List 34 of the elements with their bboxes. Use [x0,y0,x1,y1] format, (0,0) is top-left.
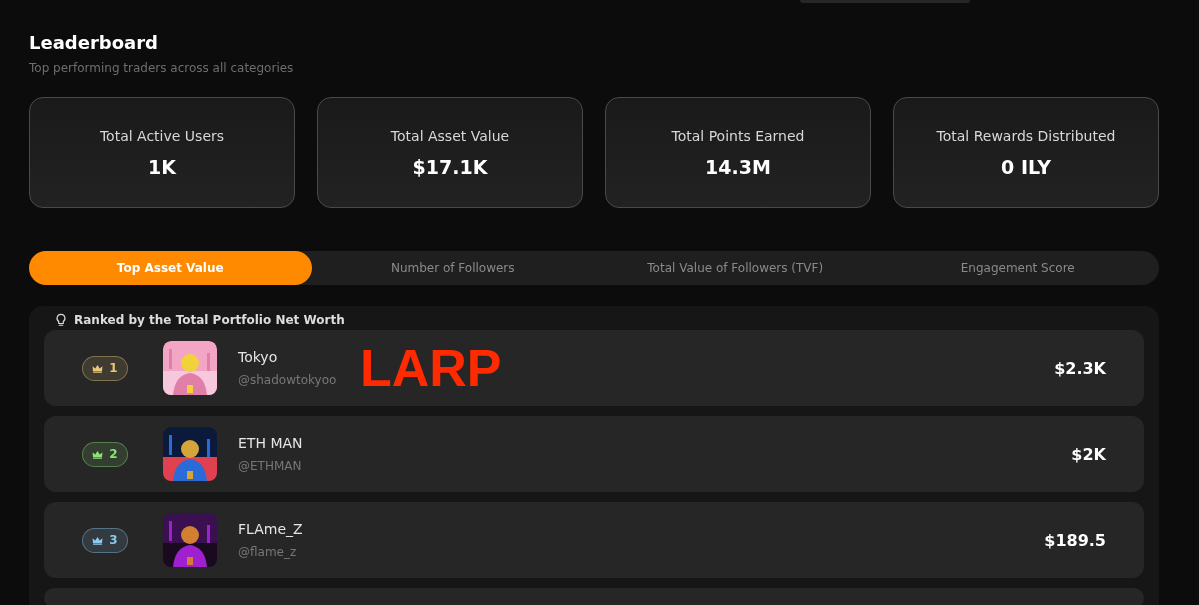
stat-value: 14.3M [705,155,771,178]
page-subtitle: Top performing traders across all categories [29,61,295,75]
ranking-note: Ranked by the Total Portfolio Net Worth [74,313,345,327]
leaderboard-row[interactable]: 3 FLAme_Z @flame_z $189.5 [44,502,1144,578]
crown-icon [92,449,104,459]
trader-name: Tokyo [238,349,279,365]
tab[interactable]: Engagement Score [876,251,1159,285]
stat-label: Total Asset Value [390,127,510,144]
trader-name: FLAme_Z [238,521,303,537]
tab[interactable]: Number of Followers [311,251,594,285]
asset-value: $2K [1071,444,1106,464]
crown-icon [92,535,104,545]
leaderboard-row[interactable]: 1 Tokyo @shadowtokyoo LARP $2.3K [44,330,1144,406]
stat-label: Total Points Earned [671,127,805,144]
trader-name: ETH MAN [238,435,303,451]
tab[interactable]: Total Value of Followers (TVF) [594,251,877,285]
page-title: Leaderboard [29,31,159,55]
annotation-text: LARP [360,338,502,398]
trader-handle: @flame_z [238,545,298,559]
lightbulb-icon [54,313,68,327]
crown-icon [92,363,104,373]
asset-value: $189.5 [1044,530,1106,550]
stat-label: Total Rewards Distributed [936,127,1116,144]
stat-value: 1K [148,155,176,178]
rank-number: 2 [109,447,118,461]
stat-value: $17.1K [412,155,488,178]
trader-handle: @ETHMAN [238,459,303,473]
stat-label: Total Active Users [99,127,225,144]
asset-value: $2.3K [1054,358,1106,378]
rank-number: 3 [109,533,118,547]
stat-value: 0 ILY [1001,155,1051,178]
rank-number: 1 [109,361,118,375]
trader-handle: @shadowtokyoo [238,373,337,387]
leaderboard-row[interactable]: 2 ETH MAN @ETHMAN $2K [44,416,1144,492]
